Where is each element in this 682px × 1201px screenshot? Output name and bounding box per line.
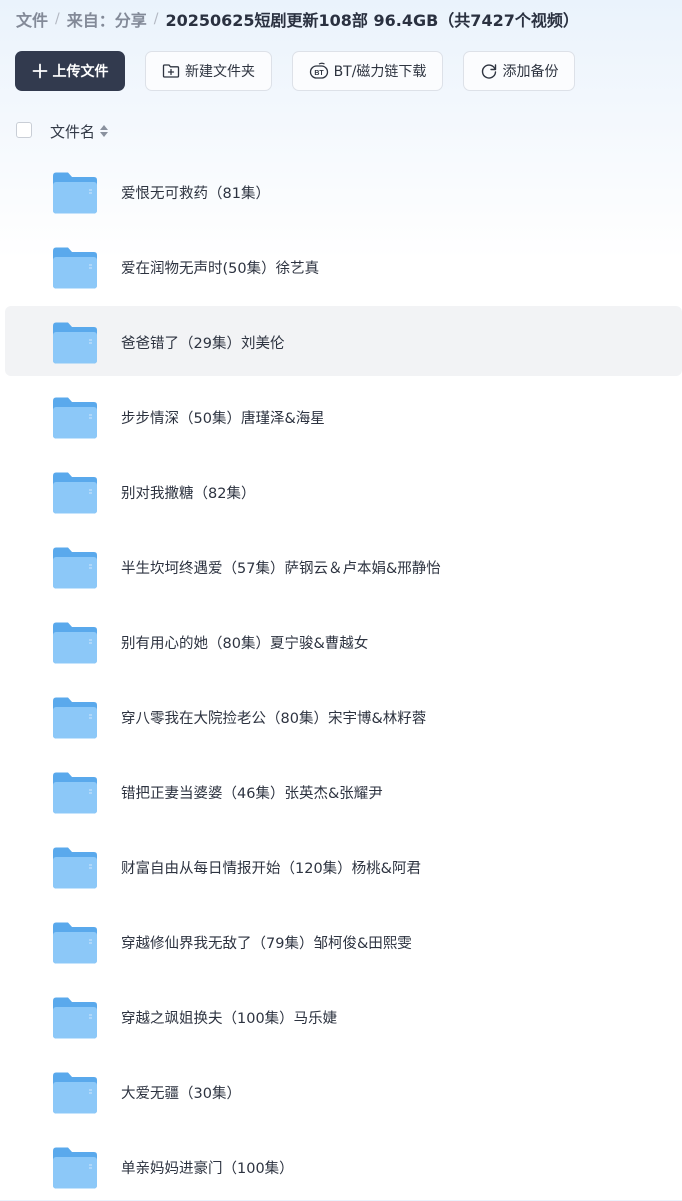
folder-icon bbox=[53, 472, 97, 514]
file-name: 错把正妻当婆婆（46集）张英杰&张耀尹 bbox=[121, 786, 383, 802]
folder-icon bbox=[53, 1147, 97, 1189]
column-header-name[interactable]: 文件名 bbox=[50, 121, 95, 142]
folder-icon bbox=[53, 922, 97, 964]
file-row[interactable]: 财富自由从每日情报开始（120集）杨桃&阿君 bbox=[5, 831, 682, 901]
file-row[interactable]: 单亲妈妈进豪门（100集） bbox=[5, 1131, 682, 1201]
backup-icon bbox=[481, 64, 496, 79]
file-list-header: 文件名 bbox=[0, 118, 682, 144]
folder-icon bbox=[53, 847, 97, 889]
folder-icon bbox=[53, 997, 97, 1039]
file-row[interactable]: 半生坎坷终遇爱（57集）萨钢云＆卢本娟&邢静怡 bbox=[5, 531, 682, 601]
plus-icon bbox=[32, 63, 47, 79]
file-row[interactable]: 别对我撒糖（82集） bbox=[5, 456, 682, 526]
new-folder-button-label: 新建文件夹 bbox=[185, 64, 255, 80]
file-name: 爸爸错了（29集）刘美伦 bbox=[121, 336, 285, 352]
breadcrumb-current: 20250625短剧更新108部 96.4GB（共7427个视频） bbox=[165, 11, 579, 30]
svg-text:BT: BT bbox=[314, 70, 324, 77]
folder-icon bbox=[53, 622, 97, 664]
folder-icon bbox=[53, 697, 97, 739]
file-row[interactable]: 爱在润物无声时(50集）徐艺真 bbox=[5, 231, 682, 301]
file-name: 穿越之飒姐换夫（100集）马乐婕 bbox=[121, 1011, 338, 1027]
file-name: 别对我撒糖（82集） bbox=[121, 486, 256, 502]
add-backup-button[interactable]: 添加备份 bbox=[463, 51, 575, 91]
folder-icon bbox=[53, 397, 97, 439]
file-row[interactable]: 大爱无疆（30集） bbox=[5, 1056, 682, 1126]
folder-icon bbox=[53, 547, 97, 589]
file-name: 半生坎坷终遇爱（57集）萨钢云＆卢本娟&邢静怡 bbox=[121, 561, 441, 577]
file-name: 步步情深（50集）唐瑾泽&海星 bbox=[121, 411, 325, 427]
upload-button[interactable]: 上传文件 bbox=[15, 51, 125, 91]
file-name: 穿八零我在大院捡老公（80集）宋宇博&林籽蓉 bbox=[121, 711, 427, 727]
file-row[interactable]: 爸爸错了（29集）刘美伦 bbox=[5, 306, 682, 376]
file-name: 别有用心的她（80集）夏宁骏&曹越女 bbox=[121, 636, 369, 652]
sort-icon[interactable] bbox=[99, 124, 109, 138]
breadcrumb-root[interactable]: 文件 bbox=[16, 7, 48, 31]
file-row[interactable]: 步步情深（50集）唐瑾泽&海星 bbox=[5, 381, 682, 451]
file-name: 爱在润物无声时(50集）徐艺真 bbox=[121, 261, 320, 277]
file-row[interactable]: 别有用心的她（80集）夏宁骏&曹越女 bbox=[5, 606, 682, 676]
add-backup-button-label: 添加备份 bbox=[502, 64, 559, 80]
file-name: 单亲妈妈进豪门（100集） bbox=[121, 1161, 294, 1177]
new-folder-icon bbox=[162, 64, 180, 78]
file-row[interactable]: 爱恨无可救药（81集） bbox=[5, 156, 682, 226]
bt-download-button[interactable]: BT BT/磁力链下载 bbox=[292, 51, 443, 91]
folder-icon bbox=[53, 322, 97, 364]
breadcrumb-separator: / bbox=[55, 11, 60, 27]
file-name: 大爱无疆（30集） bbox=[121, 1086, 241, 1102]
folder-icon bbox=[53, 172, 97, 214]
file-name: 穿越修仙界我无敌了（79集）邹柯俊&田熙雯 bbox=[121, 936, 412, 952]
folder-icon bbox=[53, 772, 97, 814]
bt-icon: BT bbox=[309, 62, 328, 79]
file-name: 财富自由从每日情报开始（120集）杨桃&阿君 bbox=[121, 861, 421, 877]
new-folder-button[interactable]: 新建文件夹 bbox=[145, 51, 272, 91]
upload-button-label: 上传文件 bbox=[52, 64, 109, 80]
folder-icon bbox=[53, 247, 97, 289]
file-name: 爱恨无可救药（81集） bbox=[121, 186, 270, 202]
file-row[interactable]: 穿八零我在大院捡老公（80集）宋宇博&林籽蓉 bbox=[5, 681, 682, 751]
select-all-checkbox[interactable] bbox=[16, 122, 32, 138]
breadcrumb-separator: / bbox=[153, 11, 159, 27]
file-row[interactable]: 穿越修仙界我无敌了（79集）邹柯俊&田熙雯 bbox=[5, 906, 682, 976]
folder-icon bbox=[53, 1072, 97, 1114]
file-row[interactable]: 穿越之飒姐换夫（100集）马乐婕 bbox=[5, 981, 682, 1051]
bt-download-button-label: BT/磁力链下载 bbox=[333, 64, 427, 80]
breadcrumb: 文件 / 来自：分享 / 20250625短剧更新108部 96.4GB（共74… bbox=[16, 7, 579, 31]
breadcrumb-source[interactable]: 来自：分享 bbox=[67, 7, 147, 31]
file-row[interactable]: 错把正妻当婆婆（46集）张英杰&张耀尹 bbox=[5, 756, 682, 826]
